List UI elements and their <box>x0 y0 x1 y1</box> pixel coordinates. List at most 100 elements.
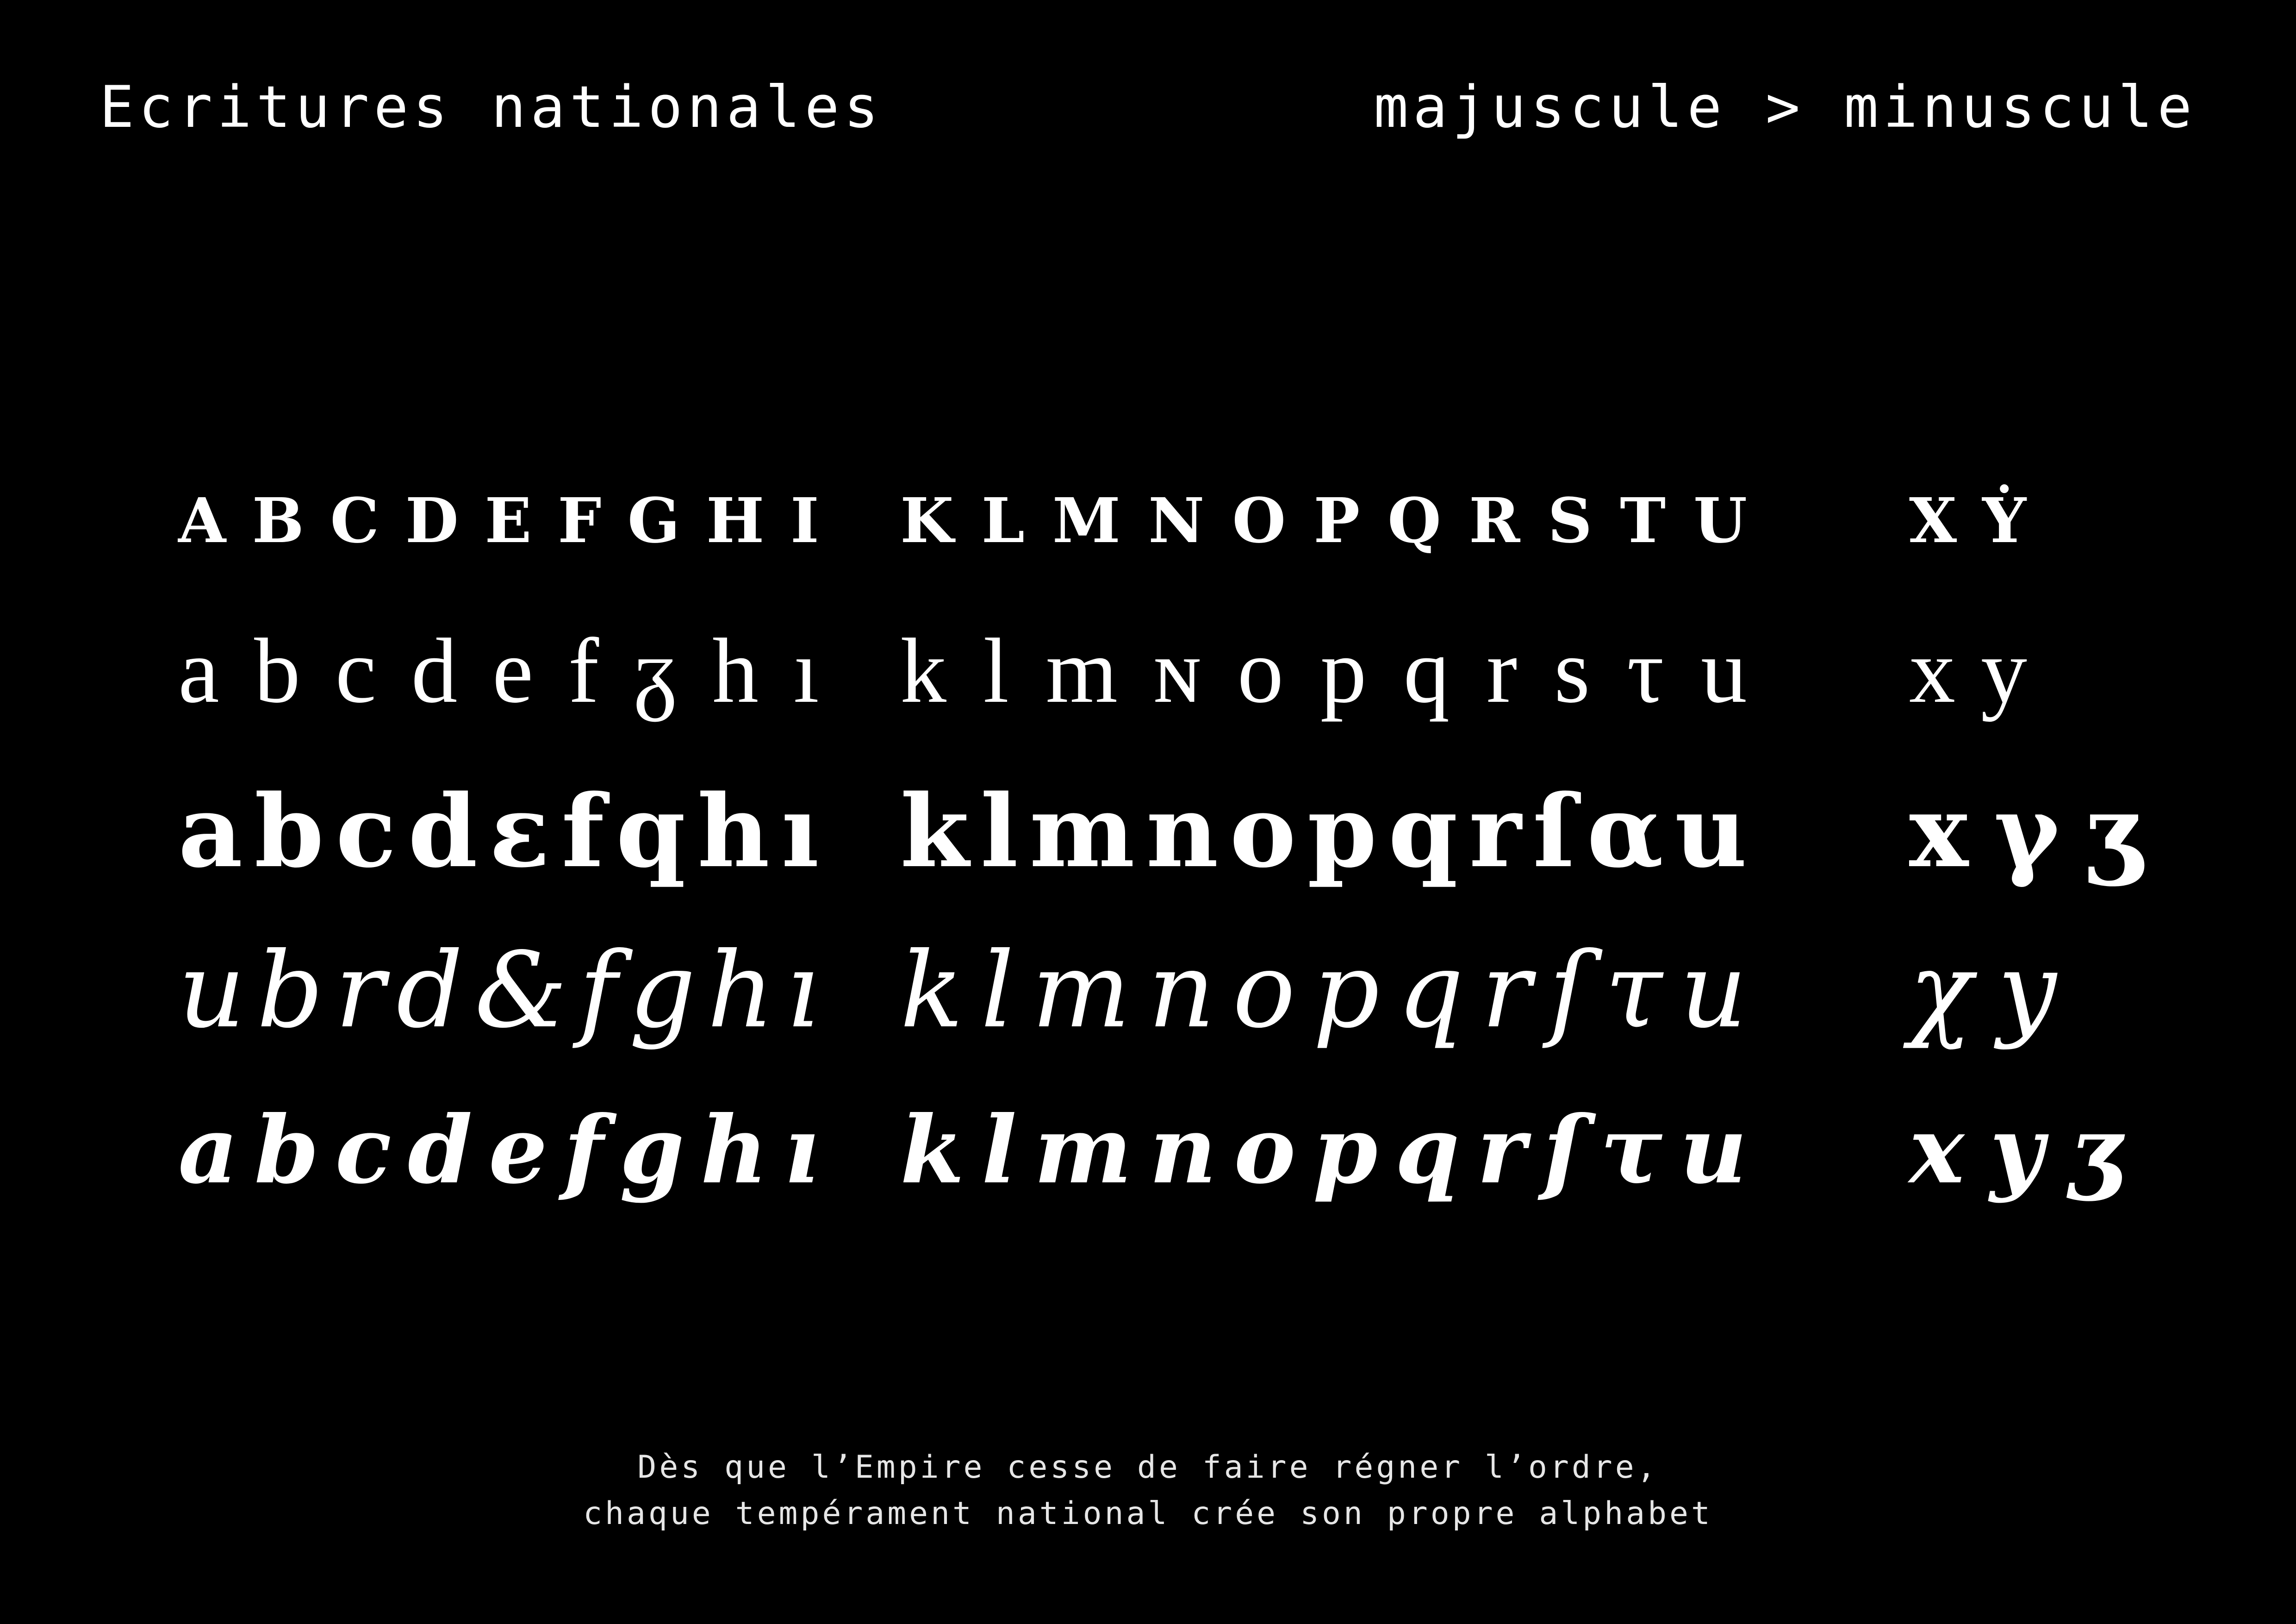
letter-glyph: g <box>619 1096 684 1205</box>
letter-glyph: x <box>1909 772 1969 890</box>
letter-glyph: f <box>568 620 599 722</box>
letter-group: klmnopqrſτu <box>900 1074 1747 1227</box>
letter-glyph: f <box>579 930 618 1051</box>
letter-glyph: m <box>1034 1096 1132 1205</box>
letter-glyph: k <box>900 1096 964 1205</box>
letter-glyph: u <box>1700 620 1747 722</box>
letter-glyph: ſ <box>1549 930 1587 1051</box>
letter-glyph: q <box>1403 620 1450 722</box>
letter-glyph: x <box>1909 1096 1965 1205</box>
script-row: u b r d & f g h ı k l m n o p q r ſ τ u χ y <box>0 914 2296 1067</box>
letter-glyph: ı <box>784 1096 819 1205</box>
letter-glyph: b <box>256 930 324 1051</box>
letter-glyph: o <box>1229 772 1296 890</box>
letter-glyph: τ <box>1627 620 1664 722</box>
letter-group: χy <box>1909 914 2122 1067</box>
letter-glyph: α <box>1587 772 1664 890</box>
letter-glyph: ſ <box>1543 1096 1583 1205</box>
letter-glyph: m <box>1052 460 1121 563</box>
letter-glyph: i <box>790 460 819 563</box>
letter-glyph: e <box>488 1096 548 1205</box>
letter-glyph: ε <box>489 772 550 890</box>
letter-glyph: x <box>1909 460 1957 563</box>
letter-glyph: l <box>980 772 1019 890</box>
letter-glyph: u <box>1674 772 1747 890</box>
script-row: abcdefghiklmnopqrstuxẏ <box>0 435 2296 588</box>
caption-line-1: Dès que l’Empire cesse de faire régner l… <box>637 1449 1659 1486</box>
letter-glyph: q <box>1388 460 1441 563</box>
caption-line-2: chaque tempérament national crée son pro… <box>583 1495 1713 1532</box>
letter-glyph: b <box>254 1096 319 1205</box>
letter-glyph: l <box>981 930 1014 1051</box>
letter-glyph: b <box>252 460 304 563</box>
letter-glyph: o <box>1237 620 1284 722</box>
script-row: abcdεfqhıklmnopqrſαuxγʒ <box>0 755 2296 907</box>
letter-glyph: s <box>1548 460 1593 563</box>
letter-group: klmɴopqrsτu <box>900 595 1747 748</box>
letter-glyph: l <box>983 620 1009 722</box>
letter-glyph: g <box>629 930 696 1051</box>
letter-glyph: c <box>336 772 397 890</box>
script-row: abcdefᵹhı klmɴopqrsτu xy <box>0 595 2296 748</box>
letter-glyph: c <box>335 1096 392 1205</box>
letter-glyph: n <box>1149 1096 1217 1205</box>
letter-group: klmnopqrſτu <box>900 914 1747 1067</box>
letter-glyph: m <box>1029 772 1135 890</box>
letter-glyph: c <box>335 620 377 722</box>
letter-group: u b r d & f g h ı <box>178 914 819 1067</box>
letter-glyph: r <box>1486 620 1518 722</box>
letter-glyph: p <box>1313 460 1360 563</box>
letter-glyph: k <box>900 772 969 890</box>
letter-glyph: m <box>1045 620 1118 722</box>
letter-glyph: n <box>1148 930 1215 1051</box>
letter-glyph: p <box>1313 930 1380 1051</box>
letter-glyph: h <box>712 620 759 722</box>
script-row: abcdefghıklmnopqrſτuxyʒ <box>0 1074 2296 1227</box>
letter-glyph: d <box>405 460 459 563</box>
letter-group: xyʒ <box>1909 1074 2122 1227</box>
letter-glyph: q <box>1388 772 1458 890</box>
letter-glyph: q <box>1395 1096 1460 1205</box>
letter-glyph: o <box>1232 460 1286 563</box>
letter-glyph: n <box>1148 460 1205 563</box>
letter-glyph: u <box>178 930 245 1051</box>
letter-glyph: ı <box>793 620 819 722</box>
letter-glyph: f <box>561 772 604 890</box>
letter-glyph: d <box>407 1096 473 1205</box>
letter-glyph: t <box>1620 460 1666 563</box>
letter-glyph: τ <box>1605 930 1663 1051</box>
letter-glyph: b <box>254 772 324 890</box>
letter-glyph: h <box>707 930 774 1051</box>
letter-glyph: k <box>900 930 964 1051</box>
letter-glyph: ſ <box>1532 772 1576 890</box>
letter-glyph: u <box>1680 1096 1747 1205</box>
letter-glyph: & <box>474 930 567 1051</box>
letter-glyph: m <box>1032 930 1131 1051</box>
letter-group: klmnopqrſαu <box>900 755 1747 907</box>
letter-glyph: f <box>563 1096 604 1205</box>
page-subtitle: majuscule > minuscule <box>1374 74 2196 141</box>
letter-glyph: x <box>1909 620 1955 722</box>
letter-glyph: c <box>330 460 380 563</box>
letter-glyph: d <box>408 772 478 890</box>
letter-glyph: r <box>1477 1096 1526 1205</box>
letter-glyph: d <box>411 620 458 722</box>
letter-glyph: γ <box>1994 772 2060 890</box>
letter-glyph: b <box>254 620 301 722</box>
letter-group: xẏ <box>1909 435 2122 588</box>
letter-group: abcdefghi <box>178 435 819 588</box>
letter-glyph: ʒ <box>2085 772 2142 890</box>
letter-glyph: a <box>178 460 226 563</box>
letter-glyph: r <box>1481 930 1531 1051</box>
letter-glyph: y <box>1997 930 2057 1051</box>
letter-glyph: τ <box>1600 1096 1663 1205</box>
letter-glyph: a <box>178 1096 238 1205</box>
letter-glyph: h <box>697 772 770 890</box>
letter-glyph: h <box>706 460 765 563</box>
letter-glyph: u <box>1693 460 1747 563</box>
letter-glyph: y <box>1981 620 2027 722</box>
letter-group: abcdefᵹhı <box>178 595 819 748</box>
caption: Dès que l’Empire cesse de faire régner l… <box>0 1444 2296 1537</box>
letter-glyph: p <box>1307 772 1377 890</box>
letter-glyph: a <box>178 620 219 722</box>
